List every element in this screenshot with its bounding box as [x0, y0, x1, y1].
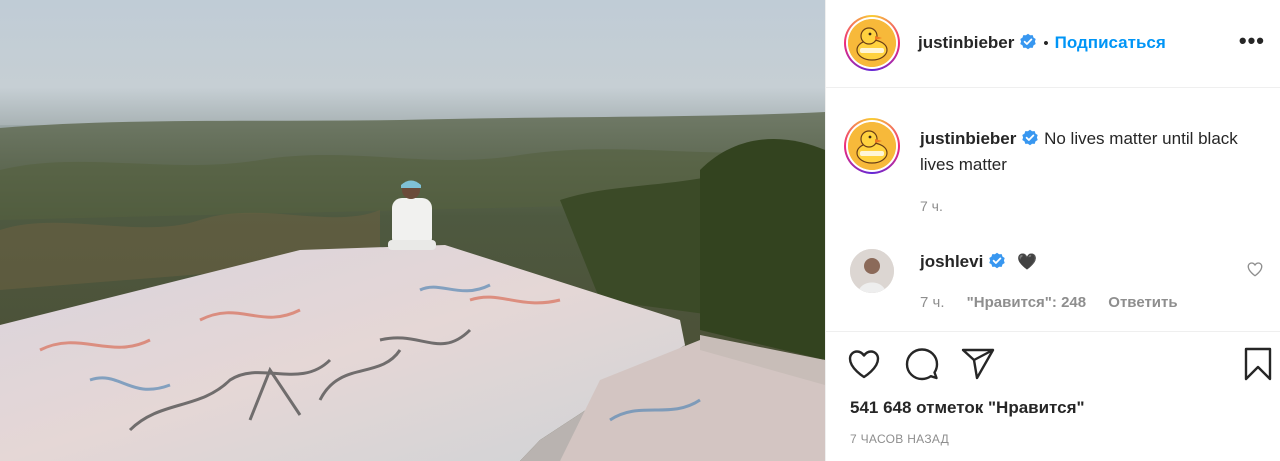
separator-dot: • — [1043, 35, 1049, 52]
like-heart-icon[interactable] — [846, 346, 882, 382]
commenter-avatar[interactable] — [850, 249, 894, 293]
post-photo-illustration — [0, 0, 825, 461]
comment-text: 🖤 — [1017, 254, 1037, 271]
follow-button[interactable]: Подписаться — [1055, 33, 1166, 52]
author-avatar[interactable] — [844, 15, 900, 71]
reply-button[interactable]: Ответить — [1108, 294, 1177, 311]
post-header: justinbieber • Подписаться ••• — [826, 0, 1280, 88]
more-options-icon[interactable]: ••• — [1239, 30, 1265, 52]
verified-badge-icon — [1020, 33, 1037, 50]
duck-icon — [848, 19, 896, 67]
post-sidebar: justinbieber • Подписаться ••• justinbie… — [825, 0, 1280, 461]
caption-text-block: justinbieber No lives matter until black… — [920, 126, 1260, 178]
comment-bubble-icon[interactable] — [904, 346, 940, 382]
caption-time[interactable]: 7 ч. — [920, 198, 943, 214]
person-avatar-icon — [850, 249, 894, 293]
comment-meta: 7 ч. "Нравится": 248 Ответить — [920, 294, 1196, 311]
verified-badge-icon — [989, 252, 1006, 269]
post-date[interactable]: 7 ЧАСОВ НАЗАД — [850, 432, 949, 446]
caption-avatar[interactable] — [844, 118, 900, 174]
post-actions: 541 648 отметок "Нравится" 7 ЧАСОВ НАЗАД — [826, 331, 1280, 461]
commenter-username[interactable]: joshlevi — [920, 252, 983, 271]
caption-username[interactable]: justinbieber — [920, 129, 1016, 148]
duck-icon — [848, 122, 896, 170]
author-line: justinbieber • Подписаться — [918, 33, 1166, 53]
post-photo[interactable] — [0, 0, 825, 461]
comment-time[interactable]: 7 ч. — [920, 294, 945, 311]
share-paper-plane-icon[interactable] — [960, 346, 996, 382]
likes-count[interactable]: 541 648 отметок "Нравится" — [850, 398, 1085, 418]
verified-badge-icon — [1022, 129, 1039, 146]
save-bookmark-icon[interactable] — [1240, 346, 1276, 382]
comment-like-heart-icon[interactable] — [1246, 260, 1264, 278]
comment-likes[interactable]: "Нравится": 248 — [967, 294, 1086, 311]
author-username[interactable]: justinbieber — [918, 33, 1014, 52]
comment-line: joshlevi 🖤 — [920, 252, 1037, 272]
